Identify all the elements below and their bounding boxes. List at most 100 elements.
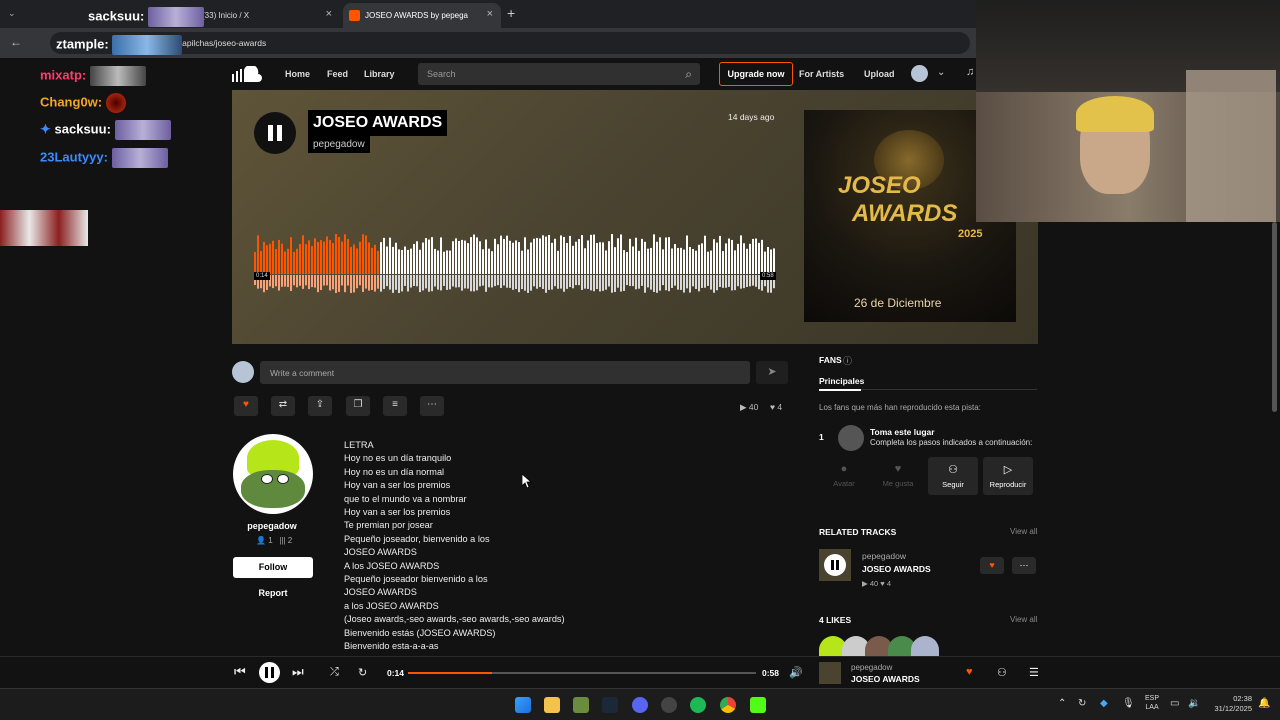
- add-to-playlist-button[interactable]: ≡: [383, 396, 407, 416]
- report-link[interactable]: Report: [233, 588, 313, 598]
- nav-feed[interactable]: Feed: [327, 69, 348, 79]
- posted-date: 14 days ago: [728, 112, 775, 122]
- chat-username: mixatp:: [40, 67, 87, 83]
- previous-icon[interactable]: ⏮: [234, 664, 246, 680]
- folder-icon[interactable]: [544, 697, 560, 713]
- now-playing-artist[interactable]: pepegadow: [851, 663, 892, 672]
- tab-x[interactable]: (33) Inicio / X ×: [180, 3, 340, 28]
- steam-icon[interactable]: [602, 697, 618, 713]
- waveform[interactable]: [254, 234, 778, 302]
- waveform-bar: [575, 241, 577, 274]
- notification-icon[interactable]: 🔔: [1258, 698, 1270, 709]
- pause-button[interactable]: [254, 112, 296, 154]
- more-button[interactable]: ⋯: [420, 396, 444, 416]
- waveform-bar-reflection: [641, 275, 643, 286]
- comment-input[interactable]: Write a comment: [260, 361, 750, 384]
- spotify-icon[interactable]: [690, 697, 706, 713]
- url-field[interactable]: ntapilchas/joseo-awards: [50, 32, 970, 54]
- pause-button[interactable]: [259, 662, 280, 683]
- likes-view-all[interactable]: View all: [1010, 615, 1037, 624]
- tray-chevron-icon[interactable]: ⌃: [1058, 698, 1066, 709]
- tab-principales[interactable]: Principales: [819, 376, 864, 386]
- upgrade-button[interactable]: Upgrade now: [719, 62, 793, 86]
- info-icon[interactable]: ⓘ: [843, 354, 852, 367]
- step-play-button[interactable]: ▷ Reproducir: [983, 457, 1033, 495]
- related-track-artwork[interactable]: [819, 549, 851, 581]
- kick-icon[interactable]: [750, 697, 766, 713]
- discord-icon[interactable]: [632, 697, 648, 713]
- waveform-bar: [527, 249, 529, 274]
- minecraft-icon[interactable]: [573, 697, 589, 713]
- lyric-line: A los JOSEO AWARDS: [344, 560, 440, 571]
- nav-library[interactable]: Library: [364, 69, 395, 79]
- search-icon[interactable]: ⌕: [685, 67, 692, 82]
- nav-for-artists[interactable]: For Artists: [799, 69, 844, 79]
- network-icon[interactable]: ▭: [1170, 698, 1179, 709]
- close-icon[interactable]: ×: [487, 8, 493, 20]
- microphone-icon[interactable]: 🎙: [1122, 698, 1135, 709]
- now-playing-artwork[interactable]: [819, 662, 841, 684]
- waveform-bar: [530, 242, 532, 274]
- waveform-bar-reflection: [476, 275, 478, 291]
- related-view-all[interactable]: View all: [1010, 527, 1037, 536]
- repeat-icon[interactable]: ↻: [358, 666, 367, 679]
- scrollbar[interactable]: [1272, 222, 1277, 412]
- related-more-button[interactable]: ⋯: [1012, 557, 1036, 574]
- user-avatar[interactable]: [911, 65, 928, 82]
- avatar[interactable]: [911, 636, 939, 656]
- artist-avatar[interactable]: [233, 434, 313, 514]
- back-arrow-icon[interactable]: ←: [10, 35, 22, 49]
- tray-app-icon[interactable]: ◆: [1100, 698, 1108, 709]
- nav-upload[interactable]: Upload: [864, 69, 895, 79]
- upgrade-label: Upgrade now: [727, 69, 785, 79]
- next-icon[interactable]: ⏭: [292, 664, 304, 680]
- copy-link-button[interactable]: ❐: [346, 396, 370, 416]
- language-indicator[interactable]: ESP LAA: [1145, 694, 1159, 712]
- lyric-line: que to el mundo va a nombrar: [344, 493, 467, 504]
- waveform-bar: [434, 248, 436, 274]
- artist-name[interactable]: pepegadow: [232, 521, 312, 531]
- obs-icon[interactable]: [661, 697, 677, 713]
- related-track-title[interactable]: JOSEO AWARDS: [862, 564, 931, 574]
- step-avatar-label: Avatar: [833, 479, 855, 488]
- close-icon[interactable]: ×: [326, 8, 332, 20]
- step-follow-button[interactable]: ⚇ Seguir: [928, 457, 978, 495]
- volume-icon[interactable]: 🔊: [789, 666, 803, 679]
- tab-soundcloud[interactable]: JOSEO AWARDS by pepega ×: [343, 3, 501, 28]
- pause-button[interactable]: [824, 554, 846, 576]
- volume-icon[interactable]: 🔉: [1188, 698, 1200, 709]
- track-artist[interactable]: pepegadow: [308, 136, 370, 153]
- related-artist[interactable]: pepegadow: [862, 551, 906, 561]
- chrome-icon[interactable]: [720, 697, 736, 713]
- bell-icon[interactable]: ♫: [966, 66, 974, 78]
- sync-icon[interactable]: ↻: [1078, 698, 1086, 709]
- waveform-bar-reflection: [383, 275, 385, 289]
- like-button[interactable]: ♥: [234, 396, 258, 416]
- follow-button[interactable]: Follow: [233, 557, 313, 578]
- tab-search-icon[interactable]: ⌄: [8, 8, 16, 19]
- queue-icon[interactable]: ☰: [1029, 666, 1039, 679]
- chevron-down-icon[interactable]: ⌄: [937, 67, 945, 78]
- soundcloud-logo-icon[interactable]: [232, 66, 264, 82]
- now-playing-title[interactable]: JOSEO AWARDS: [851, 674, 920, 684]
- related-like-button[interactable]: ♥: [980, 557, 1004, 574]
- search-input[interactable]: Search ⌕: [418, 63, 700, 85]
- nav-home[interactable]: Home: [285, 69, 310, 79]
- waveform-bar-reflection: [617, 275, 619, 288]
- share-button[interactable]: ⇪: [308, 396, 332, 416]
- windows-start-icon[interactable]: [515, 697, 531, 713]
- heart-icon[interactable]: ♥: [966, 666, 973, 678]
- streamer-hand: [1186, 70, 1276, 222]
- waveform-bar: [260, 250, 262, 274]
- clock[interactable]: 02:38 31/12/2025: [1210, 694, 1252, 714]
- waveform-bar: [749, 243, 751, 274]
- shuffle-icon[interactable]: ⤮: [330, 666, 339, 679]
- repost-button[interactable]: ⇄: [271, 396, 295, 416]
- waveform-bar: [728, 238, 730, 274]
- waveform-bar: [416, 241, 418, 274]
- progress-bar[interactable]: [408, 672, 756, 674]
- waveform-bar-reflection: [371, 275, 373, 290]
- follow-icon[interactable]: ⚇: [997, 666, 1007, 679]
- send-icon[interactable]: ➤: [756, 361, 788, 384]
- new-tab-icon[interactable]: +: [507, 5, 515, 21]
